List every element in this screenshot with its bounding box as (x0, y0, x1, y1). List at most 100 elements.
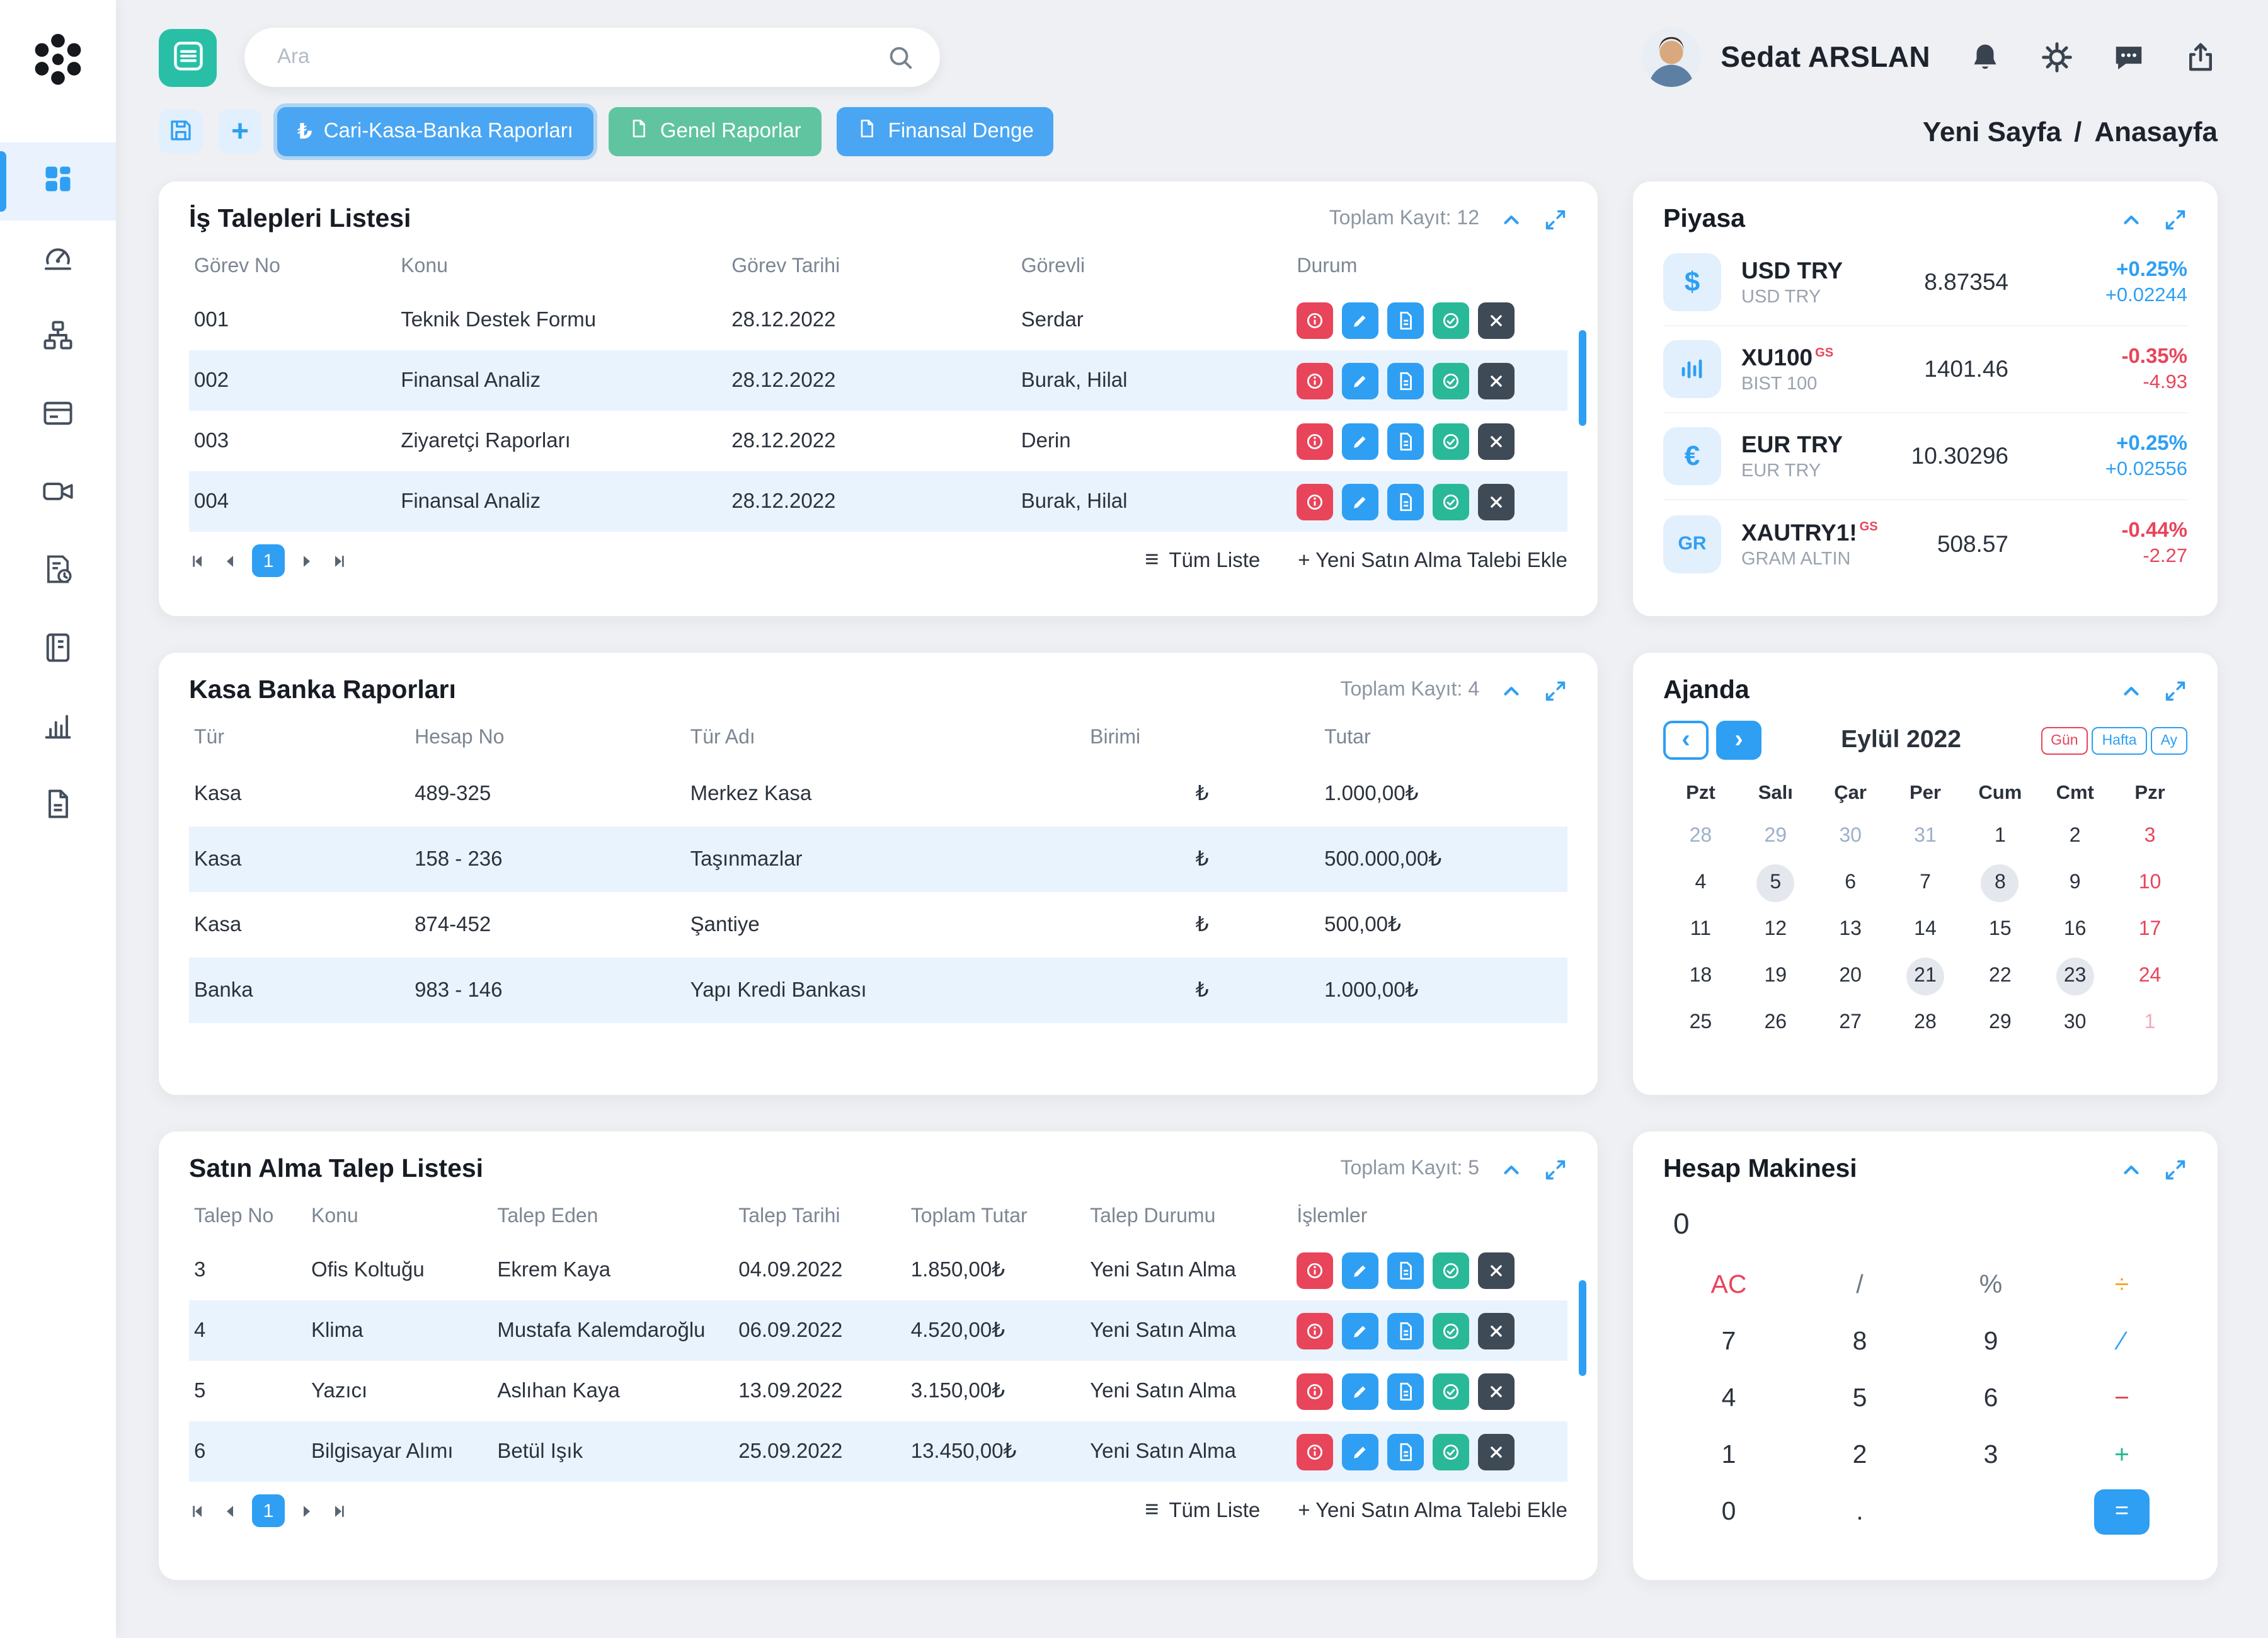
current-page[interactable]: 1 (252, 544, 285, 577)
collapse-chevron-icon[interactable] (2119, 207, 2143, 231)
detail-file-icon[interactable] (1387, 483, 1424, 520)
calendar-day[interactable]: 27 (1813, 999, 1888, 1046)
collapse-chevron-icon[interactable] (1499, 1157, 1523, 1181)
edit-pencil-icon[interactable] (1342, 1433, 1378, 1470)
approve-check-icon[interactable] (1433, 362, 1469, 399)
scrollbar-thumb[interactable] (1579, 330, 1586, 426)
calendar-day[interactable]: 11 (1663, 906, 1738, 953)
delete-close-icon[interactable] (1478, 1373, 1515, 1409)
calendar-day[interactable]: 23 (2037, 953, 2112, 999)
add-purchase-request-link[interactable]: + Yeni Satın Alma Talebi Ekle (1298, 1499, 1567, 1523)
calc-key[interactable]: 5 (1794, 1372, 1925, 1425)
collapse-chevron-icon[interactable] (1499, 679, 1523, 702)
prev-page-icon[interactable] (220, 1501, 239, 1520)
sidebar-item-analytics[interactable] (0, 689, 116, 767)
calc-key[interactable]: 1 (1663, 1429, 1794, 1482)
save-button[interactable] (159, 110, 203, 154)
calc-key[interactable]: . (1794, 1486, 1925, 1538)
edit-pencil-icon[interactable] (1342, 1312, 1378, 1349)
app-logo-icon[interactable] (25, 28, 91, 100)
calendar-day[interactable]: 26 (1738, 999, 1813, 1046)
first-page-icon[interactable] (189, 1501, 208, 1520)
calc-key[interactable]: − (2056, 1372, 2187, 1425)
cell-talep-durumu-link[interactable]: Yeni Satın Alma (1085, 1240, 1292, 1300)
approve-check-icon[interactable] (1433, 1252, 1469, 1288)
search-input[interactable] (244, 28, 940, 87)
column-header[interactable]: Durum (1292, 244, 1567, 290)
column-header[interactable]: Talep No (189, 1194, 306, 1240)
menu-toggle-button[interactable] (159, 28, 217, 86)
column-header[interactable]: Hesap No (410, 716, 685, 761)
calendar-day[interactable]: 21 (1888, 953, 1963, 999)
calendar-day[interactable]: 8 (1962, 859, 2037, 906)
calc-key[interactable]: AC (1663, 1259, 1794, 1312)
settings-gear-icon[interactable] (2040, 40, 2074, 74)
breadcrumb-current[interactable]: Yeni Sayfa (1923, 115, 2061, 148)
edit-pencil-icon[interactable] (1342, 302, 1378, 338)
calc-key[interactable]: 7 (1663, 1315, 1794, 1368)
column-header[interactable]: Konu (396, 244, 726, 290)
collapse-chevron-icon[interactable] (2119, 679, 2143, 702)
calendar-day[interactable]: 2 (2037, 813, 2112, 859)
calendar-day[interactable]: 28 (1888, 999, 1963, 1046)
calc-key[interactable]: ∕ (2056, 1315, 2187, 1368)
view-day-button[interactable]: Gün (2041, 726, 2088, 754)
calendar-day[interactable]: 29 (1738, 813, 1813, 859)
sidebar-item-journal[interactable] (0, 611, 116, 689)
calendar-day[interactable]: 18 (1663, 953, 1738, 999)
cell-tur-adi-link[interactable]: Taşınmazlar (685, 827, 1085, 892)
tab-cari-kasa-banka-raporlari[interactable]: ₺ Cari-Kasa-Banka Raporları (277, 107, 593, 156)
calendar-day[interactable]: 15 (1962, 906, 2037, 953)
calc-key[interactable]: / (1794, 1259, 1925, 1312)
next-page-icon[interactable] (297, 1501, 316, 1520)
calc-key[interactable]: 9 (1925, 1315, 2056, 1368)
edit-pencil-icon[interactable] (1342, 1373, 1378, 1409)
column-header[interactable]: Görevli (1016, 244, 1292, 290)
calc-key[interactable]: 2 (1794, 1429, 1925, 1482)
sidebar-item-hierarchy[interactable] (0, 299, 116, 377)
sidebar-item-invoice-history[interactable] (0, 533, 116, 611)
calc-key[interactable]: 0 (1663, 1486, 1794, 1538)
calendar-day[interactable]: 16 (2037, 906, 2112, 953)
calendar-prev-button[interactable]: ‹ (1663, 721, 1709, 760)
detail-file-icon[interactable] (1387, 1433, 1424, 1470)
calendar-day[interactable]: 1 (1962, 813, 2037, 859)
current-page[interactable]: 1 (252, 1494, 285, 1527)
expand-icon[interactable] (1544, 1157, 1567, 1181)
prev-page-icon[interactable] (220, 551, 239, 570)
calendar-day[interactable]: 30 (1813, 813, 1888, 859)
tab-genel-raporlar[interactable]: Genel Raporlar (609, 107, 822, 156)
cell-tur-adi-link[interactable]: Yapı Kredi Bankası (685, 958, 1085, 1023)
detail-file-icon[interactable] (1387, 423, 1424, 459)
search-icon[interactable] (886, 43, 915, 78)
approve-check-icon[interactable] (1433, 1433, 1469, 1470)
add-button[interactable]: + (218, 110, 262, 154)
calc-key[interactable]: 4 (1663, 1372, 1794, 1425)
calendar-day[interactable]: 14 (1888, 906, 1963, 953)
calendar-day[interactable]: 24 (2112, 953, 2187, 999)
expand-icon[interactable] (2163, 679, 2187, 702)
info-icon[interactable] (1297, 423, 1333, 459)
detail-file-icon[interactable] (1387, 1373, 1424, 1409)
delete-close-icon[interactable] (1478, 423, 1515, 459)
info-icon[interactable] (1297, 483, 1333, 520)
delete-close-icon[interactable] (1478, 1433, 1515, 1470)
column-header[interactable]: Toplam Tutar (906, 1194, 1085, 1240)
calendar-next-button[interactable]: › (1716, 721, 1761, 760)
market-row[interactable]: €EUR TRYEUR TRY10.30296+0.25%+0.02556 (1663, 413, 2187, 500)
detail-file-icon[interactable] (1387, 362, 1424, 399)
calendar-day[interactable]: 10 (2112, 859, 2187, 906)
calc-key[interactable]: = (2094, 1489, 2150, 1535)
calendar-day[interactable]: 25 (1663, 999, 1738, 1046)
calc-key[interactable]: ÷ (2056, 1259, 2187, 1312)
market-row[interactable]: $USD TRYUSD TRY8.87354+0.25%+0.02244 (1663, 239, 2187, 326)
add-purchase-request-link[interactable]: + Yeni Satın Alma Talebi Ekle (1298, 549, 1567, 573)
sidebar-item-video-camera[interactable] (0, 455, 116, 533)
column-header[interactable]: Tutar (1319, 716, 1567, 761)
first-page-icon[interactable] (189, 551, 208, 570)
column-header[interactable]: Talep Durumu (1085, 1194, 1292, 1240)
info-icon[interactable] (1297, 1312, 1333, 1349)
collapse-chevron-icon[interactable] (2119, 1157, 2143, 1181)
delete-close-icon[interactable] (1478, 1252, 1515, 1288)
expand-icon[interactable] (1544, 679, 1567, 702)
